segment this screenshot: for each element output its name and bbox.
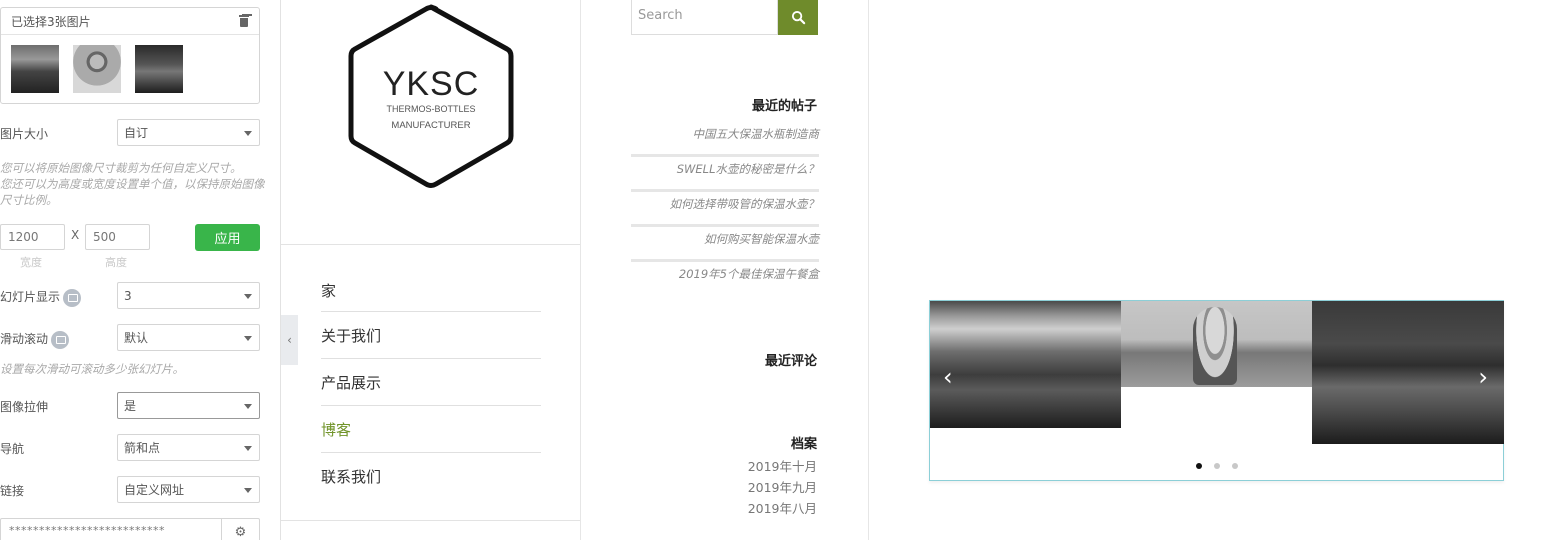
link-select[interactable]: 自定义网址 <box>117 476 260 503</box>
trash-icon[interactable] <box>239 15 249 27</box>
archives-title: 档案 <box>790 437 817 452</box>
dimension-separator: X <box>71 228 80 242</box>
slides-to-scroll-label: 滑动滚动 <box>0 330 70 349</box>
site-header-column: YKSC THERMOS-BOTTLES MANUFACTURER 家 关于我们… <box>281 0 581 540</box>
slider-dot[interactable] <box>1214 463 1220 469</box>
nav-item-products[interactable]: 产品展示 <box>321 359 541 406</box>
slides-to-show-text: 幻灯片显示 <box>0 290 61 304</box>
slide-image[interactable] <box>1121 301 1312 387</box>
recent-comments-title: 最近评论 <box>764 354 817 369</box>
slides-to-scroll-text: 滑动滚动 <box>0 332 49 346</box>
portrait-shape <box>1193 307 1237 385</box>
search-button[interactable] <box>778 0 818 35</box>
site-logo[interactable]: YKSC THERMOS-BOTTLES MANUFACTURER <box>347 3 515 190</box>
link-label: 链接 <box>0 484 25 498</box>
size-hint-line: 您可以将原始图像尺寸裁剪为任何自定义尺寸。 <box>0 161 242 175</box>
gallery-control[interactable]: 已选择3张图片 <box>0 7 260 104</box>
slider-dot[interactable] <box>1232 463 1238 469</box>
size-hint-line: 尺寸比例。 <box>0 193 58 207</box>
slider-dot[interactable] <box>1196 463 1202 469</box>
slides-to-scroll-select[interactable]: 默认 <box>117 324 260 351</box>
gallery-thumbnails <box>11 45 183 93</box>
collapse-panel-button[interactable]: ‹ <box>281 315 298 365</box>
recent-post-link[interactable]: 中国五大保温水瓶制造商 <box>631 122 819 157</box>
gallery-title: 已选择3张图片 <box>11 14 91 29</box>
slides-to-show-label: 幻灯片显示 <box>0 288 82 307</box>
image-stretch-select[interactable]: 是 <box>117 392 260 419</box>
recent-posts-title: 最近的帖子 <box>751 99 817 114</box>
nav-item-about[interactable]: 关于我们 <box>321 312 541 359</box>
archive-link[interactable]: 2019年九月 <box>748 477 817 498</box>
width-input[interactable]: 1200 <box>0 224 65 250</box>
slides-to-show-select[interactable]: 3 <box>117 282 260 309</box>
size-hint-line: 您还可以为高度或宽度设置单个值，以保持原始图像 <box>0 177 265 191</box>
gallery-header: 已选择3张图片 <box>1 8 259 35</box>
archive-link[interactable]: 2019年八月 <box>748 498 817 519</box>
navigation-select[interactable]: 箭和点 <box>117 434 260 461</box>
responsive-icon[interactable] <box>63 288 82 307</box>
archive-link[interactable]: 2019年十月 <box>748 456 817 477</box>
archives-list: 2019年十月 2019年九月 2019年八月 <box>748 456 817 519</box>
link-url-input[interactable]: ************************** ⚙ <box>0 518 260 540</box>
page-root: 已选择3张图片 图片大小 自订 您可以将原始图像尺寸裁剪为任何自定义尺寸。 您还… <box>0 0 1557 540</box>
blog-sidebar: Search 最近的帖子 中国五大保温水瓶制造商 SWELL水壶的秘密是什么？ … <box>581 0 869 540</box>
navigation-label: 导航 <box>0 442 25 456</box>
recent-post-link[interactable]: 2019年5个最佳保温午餐盒 <box>631 262 819 297</box>
height-label: 高度 <box>105 256 127 269</box>
size-hint: 您可以将原始图像尺寸裁剪为任何自定义尺寸。 您还可以为高度或宽度设置单个值，以保… <box>0 160 265 208</box>
recent-post-link[interactable]: 如何购买智能保温水壶 <box>631 227 819 262</box>
slide-image[interactable] <box>1312 301 1504 444</box>
chevron-left-icon: ‹ <box>287 333 292 347</box>
image-size-select[interactable]: 自订 <box>117 119 260 146</box>
chevron-left-icon[interactable]: ‹ <box>943 363 953 391</box>
editor-panel: 已选择3张图片 图片大小 自订 您可以将原始图像尺寸裁剪为任何自定义尺寸。 您还… <box>0 0 281 540</box>
recent-posts-list: 中国五大保温水瓶制造商 SWELL水壶的秘密是什么？ 如何选择带吸管的保温水壶？… <box>631 122 819 297</box>
recent-post-link[interactable]: 如何选择带吸管的保温水壶？ <box>631 192 819 227</box>
responsive-icon[interactable] <box>51 330 70 349</box>
search-widget: Search <box>631 0 818 35</box>
slider-dots <box>1196 463 1238 469</box>
image-size-label: 图片大小 <box>0 127 49 141</box>
nav-item-contact[interactable]: 联系我们 <box>321 453 541 500</box>
gallery-thumbnail[interactable] <box>11 45 59 93</box>
image-slider: ‹ › <box>929 300 1504 481</box>
slide-image[interactable] <box>930 301 1121 428</box>
apply-button[interactable]: 应用 <box>195 224 260 251</box>
height-input[interactable]: 500 <box>85 224 150 250</box>
logo-subtitle: THERMOS-BOTTLES <box>386 104 476 114</box>
divider <box>281 520 580 521</box>
link-url-value: ************************** <box>9 524 165 537</box>
logo-subtitle: MANUFACTURER <box>391 120 471 131</box>
gallery-thumbnail[interactable] <box>135 45 183 93</box>
search-input[interactable]: Search <box>631 0 778 35</box>
scroll-hint: 设置每次滑动可滚动多少张幻灯片。 <box>0 362 184 376</box>
image-stretch-label: 图像拉伸 <box>0 400 49 414</box>
chevron-right-icon[interactable]: › <box>1478 363 1488 391</box>
width-label: 宽度 <box>20 256 42 269</box>
gallery-thumbnail[interactable] <box>73 45 121 93</box>
nav-item-home[interactable]: 家 <box>321 266 541 312</box>
gear-icon[interactable]: ⚙ <box>221 519 259 540</box>
search-icon <box>791 10 805 25</box>
divider <box>281 244 580 245</box>
recent-post-link[interactable]: SWELL水壶的秘密是什么？ <box>631 157 819 192</box>
logo-title: YKSC <box>382 65 480 103</box>
main-navigation: 家 关于我们 产品展示 博客 联系我们 <box>321 266 541 500</box>
nav-item-blog[interactable]: 博客 <box>321 406 541 453</box>
